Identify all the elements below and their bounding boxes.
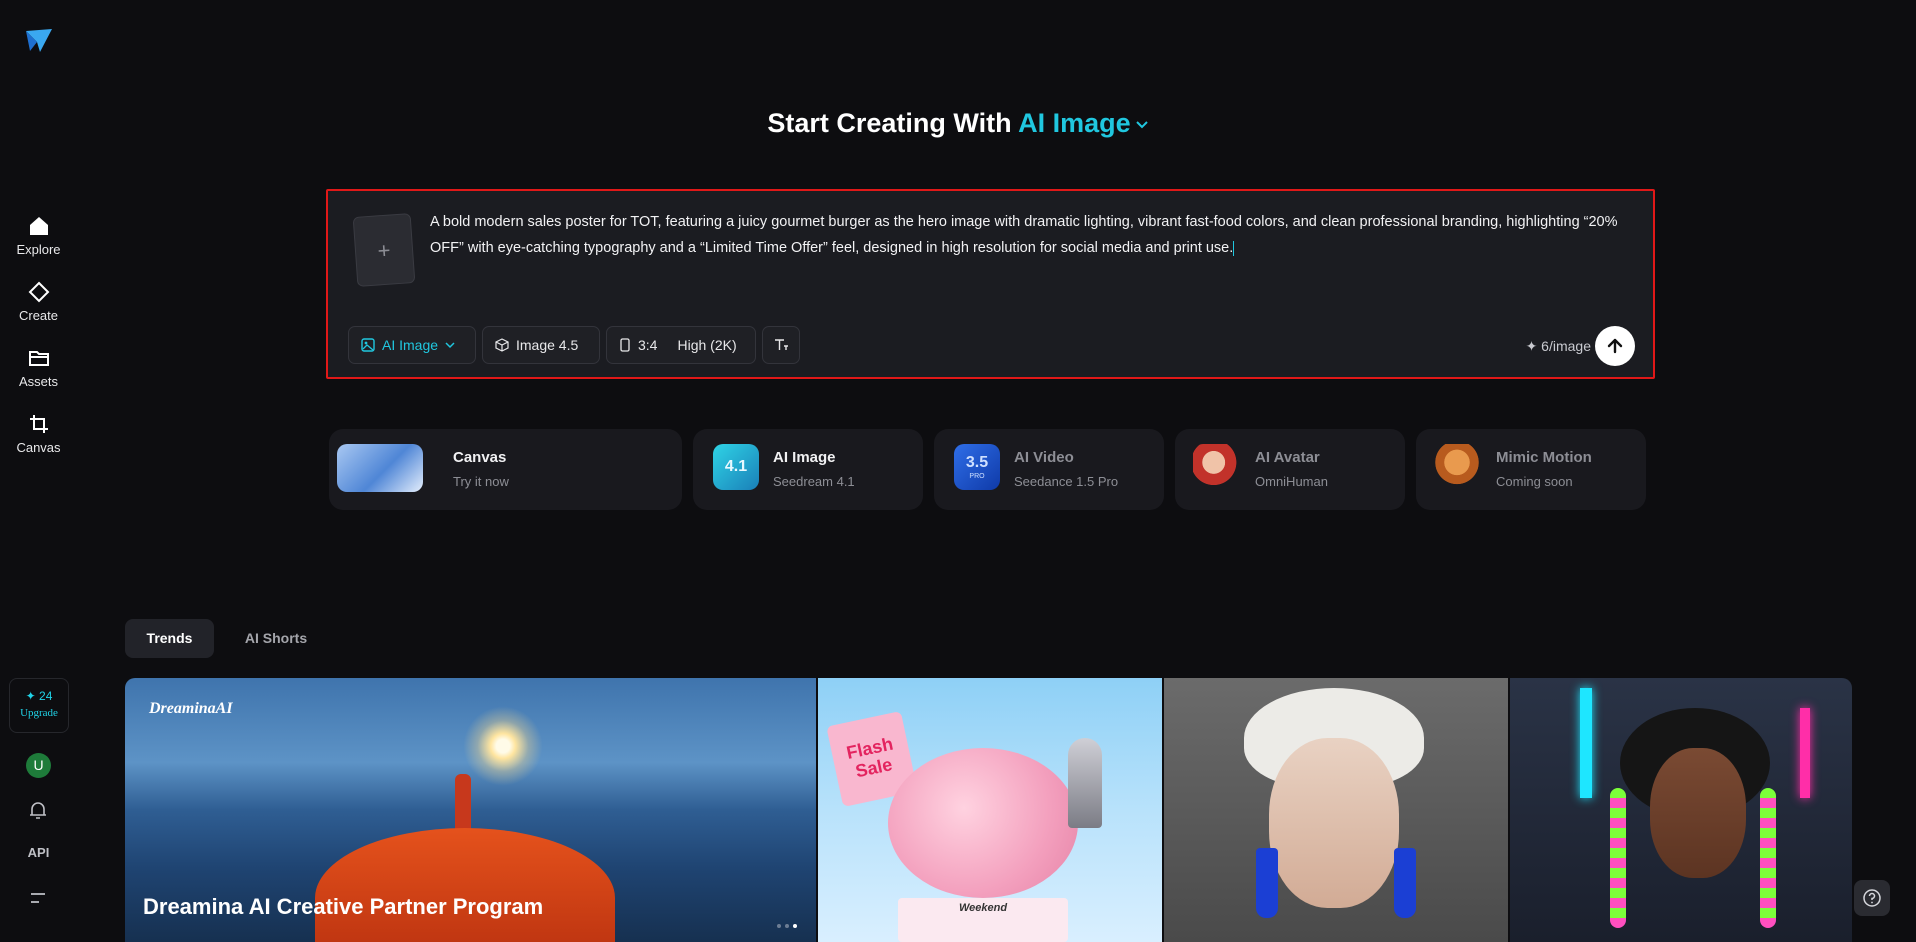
type-dropdown-label: AI Image — [382, 337, 439, 353]
feature-card-ai-avatar[interactable]: AI Avatar OmniHuman — [1175, 429, 1405, 510]
figure-silhouette — [455, 774, 471, 832]
feature-card-mimic-motion[interactable]: Mimic Motion Coming soon — [1416, 429, 1646, 510]
ai-video-badge: 3.5 PRO — [954, 444, 1000, 490]
carousel-dot[interactable] — [777, 924, 781, 928]
sidebar-item-label: Canvas — [16, 440, 61, 455]
neon-sign-cyan — [1580, 688, 1592, 798]
feature-card-ai-video[interactable]: 3.5 PRO AI Video Seedance 1.5 Pro — [934, 429, 1164, 510]
ai-video-badge-number: 3.5 — [965, 454, 989, 471]
prompt-inner: + A bold modern sales poster for TOT, fe… — [328, 191, 1653, 377]
orange-hill — [315, 828, 615, 942]
text-format-button[interactable] — [762, 326, 800, 364]
cost-per-image: ✦ 6/image — [1525, 338, 1591, 354]
upgrade-link[interactable]: Upgrade — [10, 707, 68, 719]
dreamina-logo[interactable] — [24, 26, 54, 56]
arrow-up-icon — [1607, 338, 1623, 354]
sidebar-item-label: Explore — [16, 242, 61, 257]
avatar[interactable]: U — [26, 753, 51, 778]
blue-earring-left — [1256, 848, 1278, 918]
chevron-down-icon — [1135, 121, 1148, 129]
card-subtitle: Seedream 4.1 — [773, 474, 855, 489]
page: Explore Create Assets Canvas ✦ 24 Upgrad… — [0, 0, 1916, 942]
tab-ai-shorts[interactable]: AI Shorts — [228, 619, 324, 658]
card-subtitle: Coming soon — [1496, 474, 1573, 489]
send-button[interactable] — [1595, 326, 1635, 366]
sidebar: Explore Create Assets Canvas ✦ 24 Upgrad… — [0, 0, 77, 942]
crop-icon — [29, 415, 48, 433]
carousel-dot[interactable] — [785, 924, 789, 928]
feature-card-ai-image[interactable]: 4.1 AI Image Seedream 4.1 — [693, 429, 923, 510]
sidebar-item-canvas[interactable]: Canvas — [0, 412, 77, 455]
page-title: Start Creating With AI Image — [0, 108, 1916, 139]
type-dropdown[interactable]: AI Image — [348, 326, 476, 364]
braid-left — [1610, 788, 1626, 928]
ratio-quality-dropdown[interactable]: 3:4 High (2K) — [606, 326, 756, 364]
mode-selector[interactable]: AI Image — [1018, 108, 1149, 138]
pink-cloud — [888, 748, 1078, 898]
banner-partner-program[interactable]: DreaminaAI Dreamina AI Creative Partner … — [125, 678, 816, 942]
mimic-motion-thumbnail — [1434, 444, 1480, 490]
ratio-label: 3:4 — [638, 337, 658, 353]
carousel-dot-active[interactable] — [793, 924, 797, 928]
card-title: AI Video — [1014, 449, 1074, 466]
carousel-dots[interactable] — [773, 915, 797, 933]
help-icon — [1863, 889, 1881, 907]
folder-icon — [28, 351, 49, 366]
girl-face — [1650, 748, 1746, 878]
card-subtitle: Seedance 1.5 Pro — [1014, 474, 1119, 489]
star-glow — [463, 706, 543, 786]
add-reference-image-button[interactable]: + — [352, 213, 416, 287]
ai-avatar-thumbnail — [1193, 444, 1239, 490]
quality-label: High (2K) — [677, 337, 737, 353]
text-format-icon — [775, 339, 788, 350]
feature-card-canvas[interactable]: Canvas Try it now — [329, 429, 682, 510]
gallery-item-neon-girl[interactable] — [1510, 678, 1852, 942]
sidebar-item-create[interactable]: Create — [0, 280, 77, 323]
api-link[interactable]: API — [0, 845, 77, 860]
card-title: AI Avatar — [1255, 449, 1320, 466]
microphone — [1068, 738, 1102, 828]
card-title: AI Image — [773, 449, 836, 466]
image-icon — [361, 338, 375, 352]
blue-earring-right — [1394, 848, 1416, 918]
braid-right — [1760, 788, 1776, 928]
gallery-item-flash-sale[interactable]: Flash Sale Weekend — [818, 678, 1162, 942]
prompt-textarea[interactable]: A bold modern sales poster for TOT, feat… — [430, 209, 1630, 261]
card-subtitle: OmniHuman — [1255, 474, 1328, 489]
brand-logo: DreaminaAI — [149, 700, 233, 717]
bell-icon[interactable] — [26, 798, 50, 822]
card-title: Canvas — [453, 449, 507, 466]
prompt-panel: + A bold modern sales poster for TOT, fe… — [326, 189, 1655, 379]
gallery-item-portrait[interactable] — [1164, 678, 1508, 942]
credit-count: ✦ 24 — [25, 689, 53, 703]
chevron-down-icon — [445, 342, 455, 349]
menu-icon[interactable] — [26, 886, 50, 910]
tab-trends[interactable]: Trends — [125, 619, 214, 658]
weekend-calendar: Weekend — [898, 898, 1068, 942]
sidebar-item-explore[interactable]: Explore — [0, 214, 77, 257]
title-prefix: Start Creating With — [767, 108, 1012, 138]
face — [1269, 738, 1399, 908]
ai-image-badge: 4.1 — [713, 444, 759, 490]
model-dropdown-label: Image 4.5 — [516, 337, 579, 353]
text-caret — [1233, 240, 1235, 256]
home-icon — [29, 217, 48, 235]
card-subtitle: Try it now — [453, 474, 509, 489]
sidebar-item-label: Create — [18, 308, 59, 323]
mode-selector-label: AI Image — [1018, 108, 1131, 138]
sidebar-item-assets[interactable]: Assets — [0, 346, 77, 389]
help-button[interactable] — [1854, 880, 1890, 916]
canvas-thumbnail — [337, 444, 423, 492]
sidebar-item-label: Assets — [18, 374, 58, 389]
card-title: Mimic Motion — [1496, 449, 1592, 466]
model-dropdown[interactable]: Image 4.5 — [482, 326, 600, 364]
banner-title: Dreamina AI Creative Partner Program — [143, 894, 544, 919]
ai-video-badge-sub: PRO — [969, 473, 985, 480]
prompt-text: A bold modern sales poster for TOT, feat… — [430, 214, 1618, 256]
diamond-icon — [28, 281, 49, 303]
portrait-ratio-icon — [620, 338, 630, 352]
cube-icon — [495, 338, 509, 352]
neon-sign-pink — [1800, 708, 1810, 798]
credits-upgrade-box[interactable]: ✦ 24 Upgrade — [9, 678, 69, 733]
